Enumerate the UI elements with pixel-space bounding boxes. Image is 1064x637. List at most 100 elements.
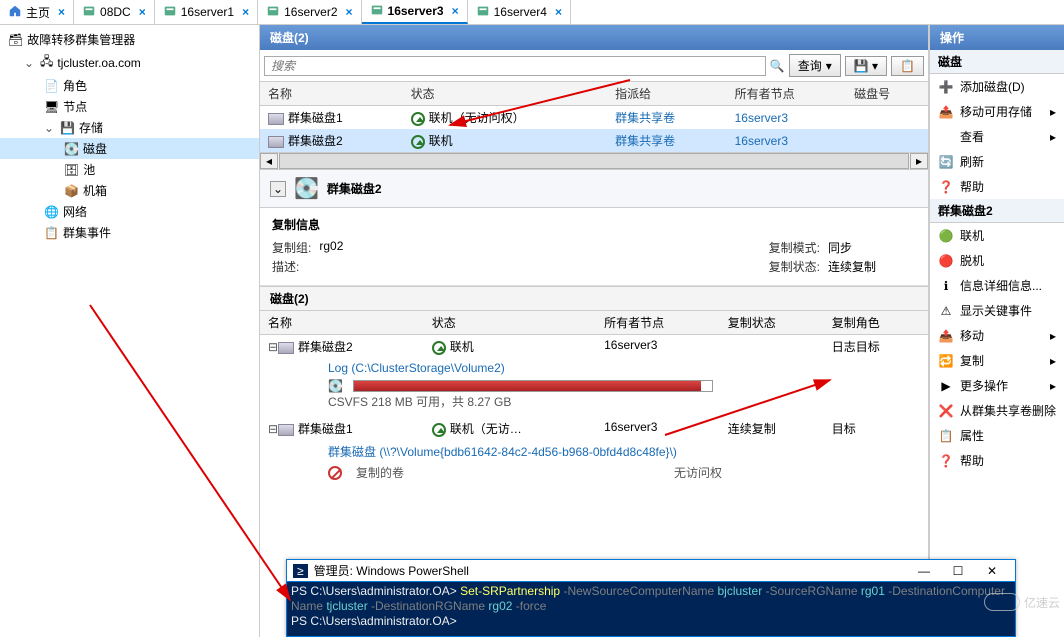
maximize-icon[interactable]: ☐ — [941, 564, 975, 578]
assigned-link[interactable]: 群集共享卷 — [607, 129, 727, 152]
chevron-down-icon[interactable]: ⌄ — [44, 121, 56, 135]
minimize-icon[interactable]: — — [907, 564, 941, 578]
server-icon — [266, 4, 280, 21]
search-row: 🔍 查询 ▾ 💾 ▾ 📋 — [260, 50, 928, 82]
tab-16server1[interactable]: 16server1 × — [155, 0, 258, 24]
ps-body[interactable]: PS C:\Users\administrator.OA> Set-SRPart… — [287, 582, 1015, 631]
action-more[interactable]: ▶更多操作▸ — [930, 373, 1064, 398]
action-online[interactable]: 🟢联机 — [930, 223, 1064, 248]
vol-row[interactable]: ⊟群集磁盘1 联机（无访… 16server3 连续复制 目标 — [260, 417, 928, 440]
help-icon: ❓ — [938, 453, 954, 469]
chevron-down-icon[interactable]: ⌄ — [24, 56, 36, 70]
tree-enclosures[interactable]: 📦机箱 — [0, 180, 259, 201]
collapse-icon[interactable]: ⌄ — [270, 181, 286, 197]
server-icon — [370, 3, 384, 20]
search-input[interactable] — [264, 56, 766, 76]
vol-row[interactable]: ⊟群集磁盘2 联机 16server3 日志目标 — [260, 335, 928, 359]
close-icon[interactable]: × — [346, 5, 353, 19]
action-replicate[interactable]: 🔁复制▸ — [930, 348, 1064, 373]
search-icon[interactable]: 🔍 — [770, 59, 785, 73]
tab-label: 主页 — [26, 4, 50, 21]
list-button[interactable]: 📋 — [891, 56, 924, 76]
query-button[interactable]: 查询 ▾ — [789, 54, 841, 77]
replication-info: 复制信息 复制组:rg02 描述: 复制模式:同步 复制状态:连续复制 — [260, 208, 928, 286]
server-icon — [163, 4, 177, 21]
tab-08dc[interactable]: 08DC × — [74, 0, 155, 24]
col-diskno[interactable]: 磁盘号 — [846, 82, 928, 106]
action-refresh[interactable]: 🔄刷新 — [930, 149, 1064, 174]
tree-events[interactable]: 📋群集事件 — [0, 222, 259, 243]
save-button[interactable]: 💾 ▾ — [845, 56, 887, 76]
col-owner[interactable]: 所有者节点 — [727, 82, 847, 106]
action-critical[interactable]: ⚠显示关键事件 — [930, 298, 1064, 323]
tab-16server2[interactable]: 16server2 × — [258, 0, 361, 24]
actions-sub-disk2: 群集磁盘2 — [930, 199, 1064, 223]
tree-nodes[interactable]: 🖥节点 — [0, 96, 259, 117]
col-assigned[interactable]: 指派给 — [607, 82, 727, 106]
tree-root[interactable]: 🗃故障转移群集管理器 — [0, 29, 259, 50]
owner-link[interactable]: 16server3 — [727, 129, 847, 152]
powershell-window[interactable]: ≥ 管理员: Windows PowerShell — ☐ ✕ PS C:\Us… — [286, 559, 1016, 637]
action-view[interactable]: 查看▸ — [930, 124, 1064, 149]
close-icon[interactable]: × — [139, 5, 146, 19]
tree-panel: 🗃故障转移群集管理器 ⌄🖧tjcluster.oa.com 📄角色 🖥节点 ⌄💾… — [0, 25, 260, 637]
disk-icon: 💽 — [64, 142, 79, 156]
disk-large-icon: 💽 — [294, 176, 319, 201]
tree-roles[interactable]: 📄角色 — [0, 75, 259, 96]
col-name[interactable]: 名称 — [260, 82, 403, 106]
tree-cluster[interactable]: ⌄🖧tjcluster.oa.com — [0, 50, 259, 75]
ps-titlebar[interactable]: ≥ 管理员: Windows PowerShell — ☐ ✕ — [287, 560, 1015, 582]
close-icon[interactable]: × — [242, 5, 249, 19]
action-move-storage[interactable]: 📤移动可用存储▸ — [930, 99, 1064, 124]
props-icon: 📋 — [938, 428, 954, 444]
nodes-icon: 🖥 — [44, 100, 59, 114]
action-add-disk[interactable]: ➕添加磁盘(D) — [930, 74, 1064, 99]
action-remove-csv[interactable]: ❌从群集共享卷删除 — [930, 398, 1064, 423]
action-offline[interactable]: 🔴脱机 — [930, 248, 1064, 273]
tree-networks[interactable]: 🌐网络 — [0, 201, 259, 222]
col-status[interactable]: 状态 — [403, 82, 607, 106]
vol-header-row: 名称 状态 所有者节点 复制状态 复制角色 — [260, 311, 928, 335]
action-move[interactable]: 📤移动▸ — [930, 323, 1064, 348]
usage-text: CSVFS 218 MB 可用，共 8.27 GB — [328, 393, 920, 410]
owner-link[interactable]: 16server3 — [727, 106, 847, 130]
action-info[interactable]: ℹ信息详细信息... — [930, 273, 1064, 298]
info-icon: ℹ — [938, 278, 954, 294]
tab-home[interactable]: 主页 × — [0, 0, 74, 24]
detail-disks-header: 磁盘(2) — [260, 286, 928, 311]
action-props[interactable]: 📋属性 — [930, 423, 1064, 448]
collapse-icon[interactable]: ⊟ — [268, 422, 278, 436]
collapse-icon[interactable]: ⊟ — [268, 340, 278, 354]
grid-row[interactable]: 群集磁盘2 联机 群集共享卷 16server3 — [260, 129, 928, 152]
grid-row[interactable]: 群集磁盘1 联机（无访问权） 群集共享卷 16server3 — [260, 106, 928, 130]
ps-title-text: 管理员: Windows PowerShell — [314, 562, 469, 579]
tab-16server3[interactable]: 16server3 × — [362, 0, 468, 24]
log-path: Log (C:\ClusterStorage\Volume2) — [328, 361, 920, 375]
scroll-left-icon[interactable]: ◂ — [260, 153, 278, 169]
scroll-right-icon[interactable]: ▸ — [910, 153, 928, 169]
tab-16server4[interactable]: 16server4 × — [468, 0, 571, 24]
usage-bar: 💽 CSVFS 218 MB 可用，共 8.27 GB — [328, 379, 920, 410]
close-icon[interactable]: × — [555, 5, 562, 19]
grid-header-row: 名称 状态 指派给 所有者节点 磁盘号 — [260, 82, 928, 106]
cluster-mgr-icon: 🗃 — [8, 33, 23, 47]
watermark: 亿速云 — [984, 593, 1060, 611]
disk-icon — [278, 342, 294, 354]
action-help2[interactable]: ❓帮助 — [930, 448, 1064, 473]
home-icon — [8, 4, 22, 21]
tree-pools[interactable]: 🗄池 — [0, 159, 259, 180]
tree-storage[interactable]: ⌄💾存储 — [0, 117, 259, 138]
assigned-link[interactable]: 群集共享卷 — [607, 106, 727, 130]
close-icon[interactable]: ✕ — [975, 564, 1009, 578]
network-icon: 🌐 — [44, 205, 59, 219]
server-icon — [82, 4, 96, 21]
detail-title: 群集磁盘2 — [327, 180, 382, 197]
close-icon[interactable]: × — [58, 5, 65, 19]
offline-icon: 🔴 — [938, 253, 954, 269]
repl-info-title: 复制信息 — [272, 216, 916, 233]
action-help[interactable]: ❓帮助 — [930, 174, 1064, 199]
close-icon[interactable]: × — [452, 4, 459, 18]
h-scrollbar[interactable]: ◂ ▸ — [260, 152, 928, 170]
scroll-thumb[interactable] — [279, 153, 909, 169]
tree-disks[interactable]: 💽磁盘 — [0, 138, 259, 159]
